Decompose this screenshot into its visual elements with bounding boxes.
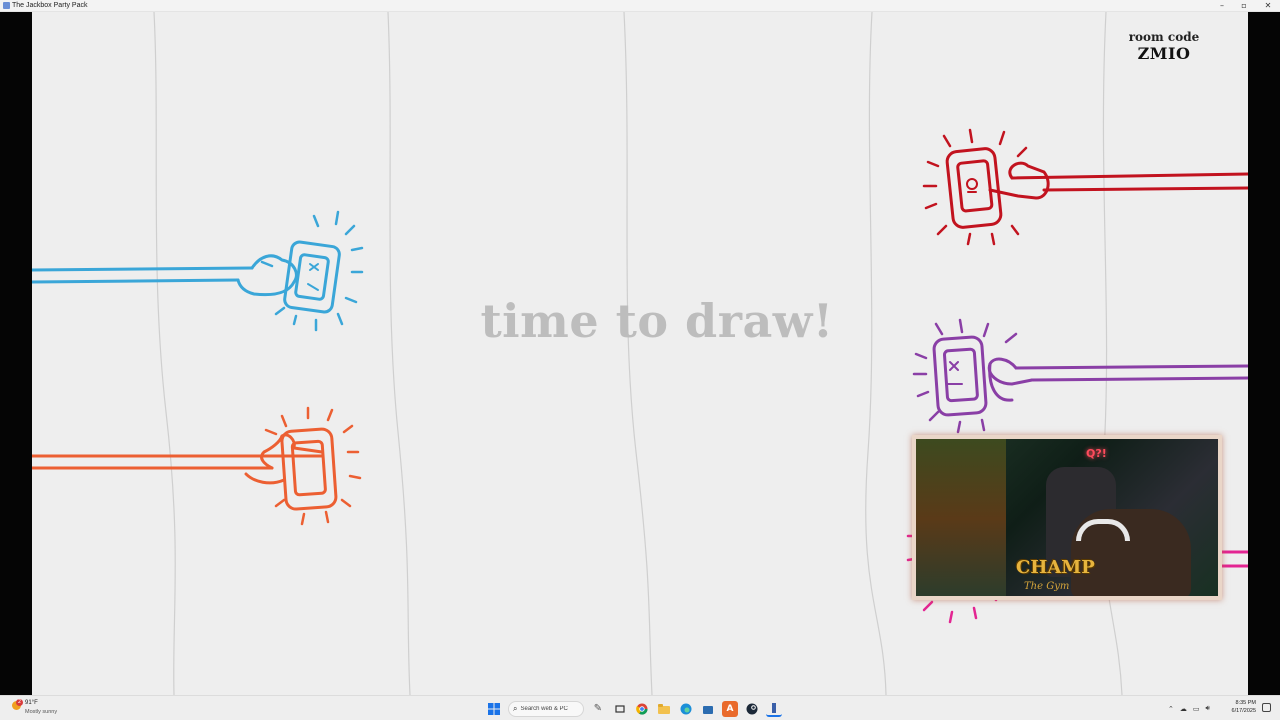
clock-date: 6/17/2025 — [1231, 708, 1256, 714]
app-icon — [3, 2, 10, 9]
weather-badge: 2 — [16, 699, 23, 706]
player-purple-arm — [912, 318, 1248, 434]
close-button[interactable]: ✕ — [1256, 0, 1280, 11]
webcam-overlay: Q?! CHAMP The Gym — [912, 435, 1222, 600]
player-blue-arm — [32, 210, 364, 332]
letterbox-left — [0, 12, 32, 695]
weather-temp: 91°F — [25, 700, 38, 706]
copilot-icon[interactable]: ✎ — [590, 701, 606, 717]
search-input[interactable] — [520, 705, 577, 712]
chevron-up-icon[interactable]: ⌃ — [1168, 705, 1174, 713]
window-title: The Jackbox Party Pack — [12, 2, 88, 9]
store-icon[interactable] — [700, 701, 716, 717]
taskbar: 2 91°F Mostly sunny ⌕ ✎ A ⌃ ☁ ▭ 🔊︎ 8:35 … — [0, 695, 1280, 720]
notification-icon[interactable] — [1262, 703, 1271, 712]
taskbar-search[interactable]: ⌕ — [508, 700, 584, 717]
weather-widget[interactable]: 2 91°F Mostly sunny — [12, 699, 72, 719]
game-stage: room code ZMIO time to draw! Q?! CHAMP T… — [32, 12, 1248, 695]
minimize-button[interactable]: – — [1210, 0, 1234, 11]
overlay-logo-title: CHAMP — [1016, 557, 1095, 578]
volume-icon[interactable]: 🔊︎ — [1206, 704, 1210, 713]
app-a-icon[interactable]: A — [722, 700, 738, 717]
room-code: ZMIO — [1137, 44, 1191, 63]
webcam-posters — [916, 439, 1006, 596]
chrome-icon[interactable] — [634, 701, 650, 717]
neon-sign: Q?! — [1086, 447, 1107, 460]
window-titlebar: The Jackbox Party Pack – ▫ ✕ — [0, 0, 1280, 12]
letterbox-right — [1248, 12, 1280, 695]
clock-time: 8:35 PM — [1235, 700, 1256, 706]
taskbar-pinned: ⌕ ✎ A — [486, 700, 782, 717]
cloud-icon[interactable]: ☁ — [1180, 705, 1187, 713]
steam-icon[interactable] — [744, 701, 760, 717]
maximize-button[interactable]: ▫ — [1232, 0, 1256, 11]
weather-condition: Mostly sunny — [25, 709, 58, 715]
network-icon[interactable]: ▭ — [1193, 705, 1200, 713]
task-view-icon[interactable] — [612, 701, 628, 717]
file-explorer-icon[interactable] — [656, 701, 672, 717]
system-tray: ⌃ ☁ ▭ 🔊︎ — [1168, 700, 1210, 717]
room-code-label: room code — [1128, 30, 1200, 44]
player-orange-arm — [32, 406, 362, 526]
edge-icon[interactable] — [678, 701, 694, 717]
taskbar-clock[interactable]: 8:35 PM 6/17/2025 — [1226, 699, 1256, 715]
jackbox-app-icon[interactable] — [766, 701, 782, 717]
headline-prompt: time to draw! — [480, 294, 834, 348]
player-red-arm — [922, 128, 1248, 246]
search-icon: ⌕ — [513, 703, 518, 713]
overlay-logo-subtitle: The Gym — [1024, 581, 1070, 592]
windows-start-icon[interactable] — [486, 701, 502, 717]
